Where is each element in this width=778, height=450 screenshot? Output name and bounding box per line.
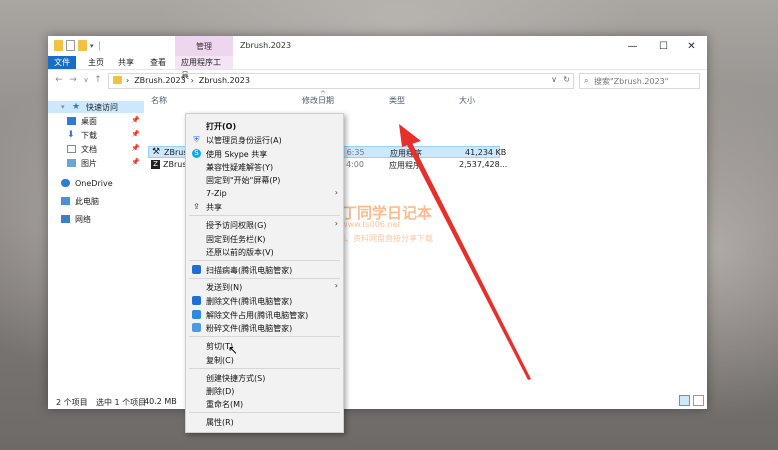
annotation-arrow xyxy=(399,124,531,380)
arrow-head-icon xyxy=(399,124,421,147)
arrow-shaft xyxy=(405,139,531,380)
